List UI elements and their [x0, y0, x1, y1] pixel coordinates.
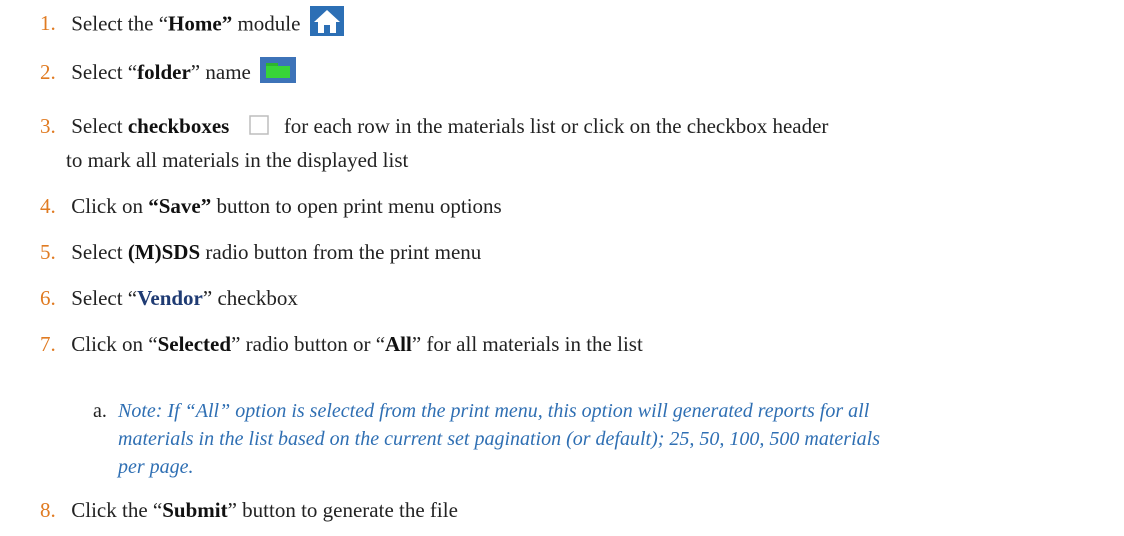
- step-6: 6. Select “Vendor” checkbox: [40, 282, 298, 314]
- step-5: 5. Select (M)SDS radio button from the p…: [40, 236, 481, 268]
- step-number: 2.: [40, 60, 56, 84]
- step-number: 4.: [40, 194, 56, 218]
- step-4: 4. Click on “Save” button to open print …: [40, 190, 502, 222]
- step-text-continued: for each row in the materials list or cl…: [283, 114, 829, 138]
- step-text-line2: to mark all materials in the displayed l…: [66, 148, 409, 173]
- home-icon: [309, 6, 344, 45]
- step-text: Select “Vendor” checkbox: [71, 286, 298, 310]
- note-line-2: materials in the list based on the curre…: [118, 428, 880, 450]
- step-3: 3. Select checkboxes for each row in the…: [40, 110, 828, 176]
- note-block: a. Note: If “All” option is selected from…: [93, 397, 1103, 481]
- folder-icon: [260, 56, 297, 92]
- step-text: Click the “Submit” button to generate th…: [71, 498, 458, 522]
- step-text: Click on “Selected” radio button or “All…: [71, 332, 643, 356]
- step-number: 7.: [40, 332, 56, 356]
- step-text: Select the “Home” module: [71, 11, 301, 36]
- note-line-1: Note: If “All” option is selected from t…: [118, 400, 870, 422]
- step-number: 8.: [40, 498, 56, 522]
- step-text: Select (M)SDS radio button from the prin…: [71, 240, 482, 264]
- step-text: Select checkboxes: [71, 114, 230, 138]
- note-line-3: per page.: [118, 456, 194, 478]
- step-8: 8. Click the “Submit” button to generate…: [40, 494, 458, 526]
- step-number: 1.: [40, 11, 56, 36]
- step-2: 2. Select “folder” name: [40, 56, 297, 92]
- step-text: Select “folder” name: [71, 60, 251, 84]
- step-text: Click on “Save” button to open print men…: [71, 194, 502, 218]
- step-number: 3.: [40, 114, 56, 138]
- step-1: 1. Select the “Home” module: [40, 6, 344, 45]
- note-label: a.: [93, 400, 107, 422]
- checkbox-icon: [248, 112, 269, 144]
- step-number: 5.: [40, 240, 56, 264]
- step-7: 7. Click on “Selected” radio button or “…: [40, 328, 643, 360]
- step-number: 6.: [40, 286, 56, 310]
